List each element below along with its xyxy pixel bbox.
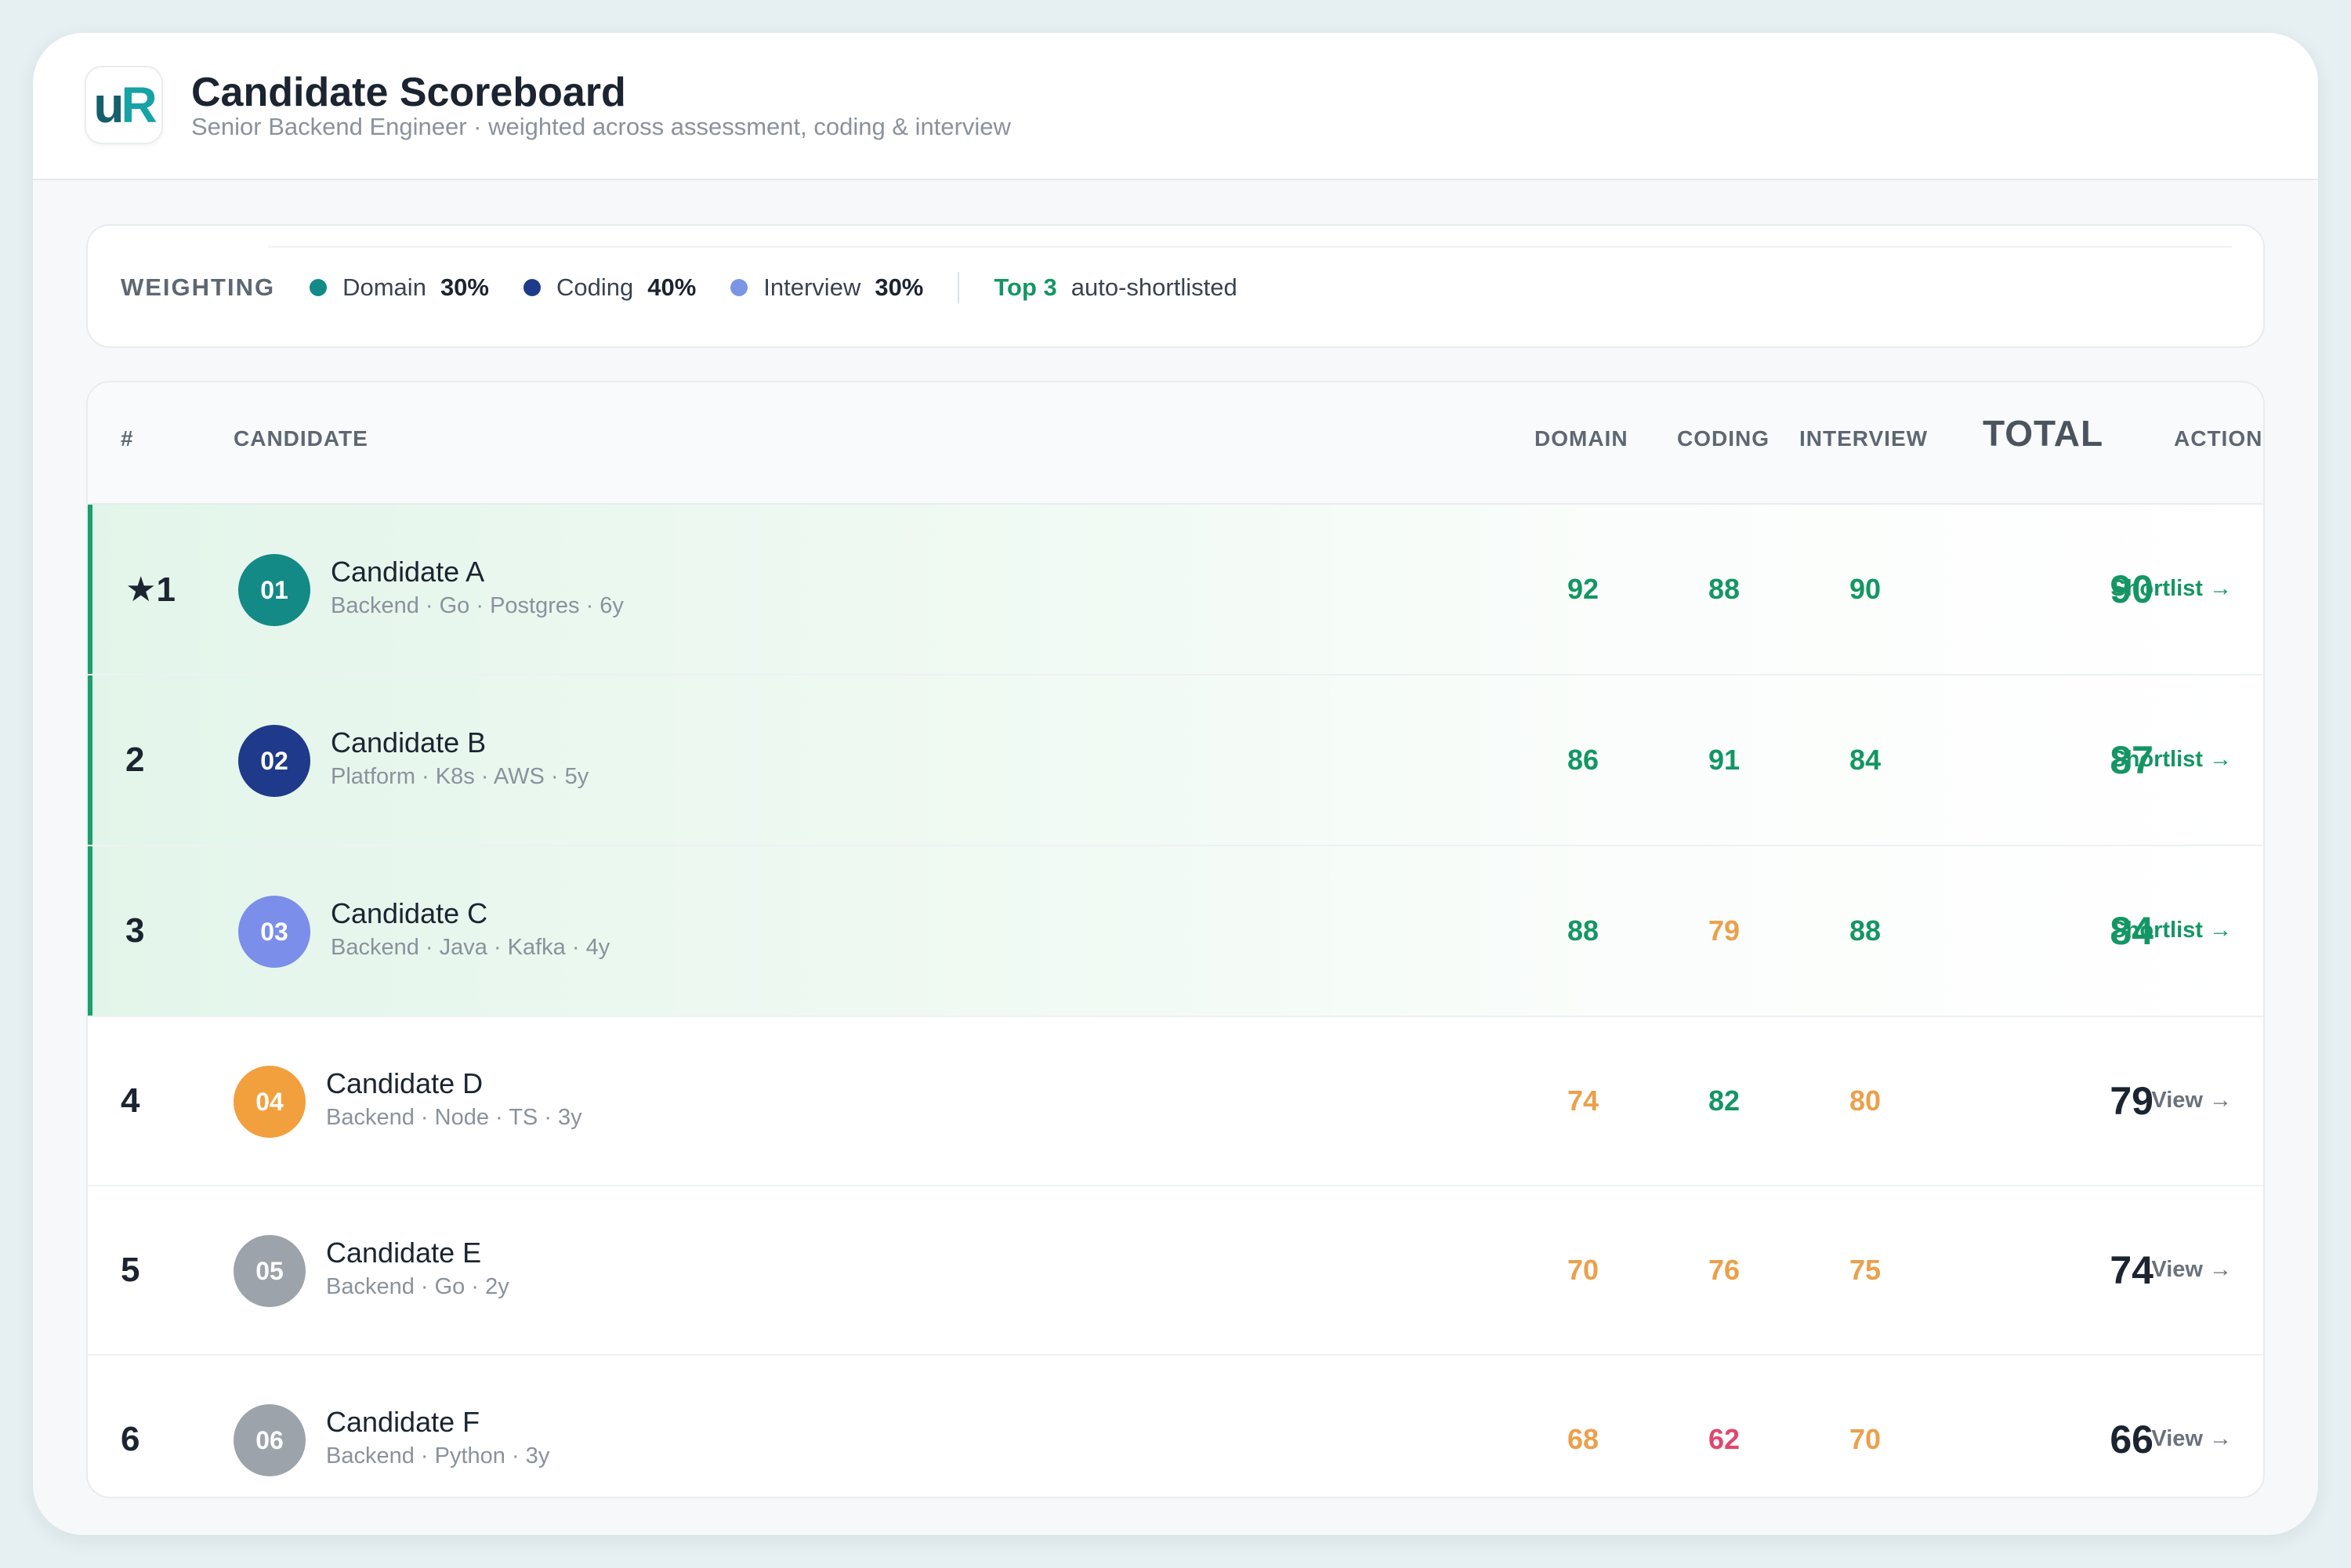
total-score: 66 xyxy=(2110,1418,2154,1461)
candidate-avatar: 02 xyxy=(238,725,310,797)
candidate-avatar: 04 xyxy=(234,1066,306,1138)
weight-pct: 30% xyxy=(440,273,489,301)
view-button[interactable]: View → xyxy=(2151,1426,2232,1452)
rank: 2 xyxy=(125,741,145,779)
shortlist-button[interactable]: Shortlist → xyxy=(2110,747,2232,773)
coding-score: 76 xyxy=(1708,1254,1741,1286)
interview-score: 70 xyxy=(1849,1423,1882,1455)
weight-coding: Coding 40% xyxy=(523,273,696,302)
table-row[interactable]: 6 06 Candidate F Backend · Python · 3y 68 62 7… xyxy=(88,1356,2263,1497)
domain-dot-icon xyxy=(310,279,328,296)
interview-score: 84 xyxy=(1849,744,1882,776)
rank: 4 xyxy=(121,1081,140,1120)
header-interview: INTERVIEW xyxy=(1799,426,1929,451)
total-score: 74 xyxy=(2110,1248,2154,1292)
interview-dot-icon xyxy=(730,279,748,296)
logo-letter-u: u xyxy=(93,77,124,133)
header-total: TOTAL xyxy=(1983,413,2104,454)
app-logo: uR xyxy=(85,66,163,144)
logo-letter-r: R xyxy=(121,77,157,133)
interview-score: 75 xyxy=(1849,1254,1882,1286)
weight-domain: Domain 30% xyxy=(310,273,489,302)
header-domain: DOMAIN xyxy=(1534,426,1628,451)
header-action: ACTION xyxy=(2174,426,2263,451)
shortlist-button[interactable]: Shortlist → xyxy=(2110,576,2232,602)
coding-score: 62 xyxy=(1708,1423,1741,1455)
coding-score: 91 xyxy=(1708,744,1741,776)
table-row[interactable]: ★1 01 Candidate A Backend · Go · Postgres ·… xyxy=(88,505,2263,675)
rank: 5 xyxy=(121,1251,140,1289)
candidate-name[interactable]: Candidate D xyxy=(326,1067,483,1100)
candidate-meta: Backend · Go · 2y xyxy=(326,1274,509,1299)
page-subtitle: Senior Backend Engineer · weighted acros… xyxy=(191,113,1011,140)
candidate-avatar: 03 xyxy=(238,896,310,968)
header-candidate: CANDIDATE xyxy=(234,426,368,451)
header-rank: # xyxy=(121,426,134,451)
page-title: Candidate Scoreboard xyxy=(191,70,626,115)
candidate-meta: Backend · Python · 3y xyxy=(326,1443,550,1468)
candidate-meta: Backend · Java · Kafka · 4y xyxy=(331,935,610,960)
weight-name: Coding xyxy=(556,273,634,301)
candidate-name[interactable]: Candidate C xyxy=(331,897,487,930)
candidate-meta: Backend · Go · Postgres · 6y xyxy=(331,593,624,618)
domain-score: 70 xyxy=(1567,1254,1599,1286)
view-button[interactable]: View → xyxy=(2151,1257,2232,1283)
total-score: 79 xyxy=(2110,1079,2154,1123)
candidate-name[interactable]: Candidate A xyxy=(331,556,484,588)
weight-name: Domain xyxy=(342,273,426,301)
candidate-meta: Platform · K8s · AWS · 5y xyxy=(331,764,589,789)
rank: 3 xyxy=(125,911,145,950)
weight-pct: 40% xyxy=(647,273,697,301)
table-row[interactable]: 5 05 Candidate E Backend · Go · 2y 70 76 75 74 V… xyxy=(88,1186,2263,1356)
table-row[interactable]: 2 02 Candidate B Platform · K8s · AWS · 5y 8… xyxy=(88,675,2263,846)
weighting-label: WEIGHTING xyxy=(121,273,276,301)
coding-dot-icon xyxy=(523,279,541,296)
candidate-name[interactable]: Candidate F xyxy=(326,1406,480,1439)
coding-score: 79 xyxy=(1708,914,1741,947)
domain-score: 74 xyxy=(1567,1085,1599,1117)
weighting-row: WEIGHTING Domain 30% Coding 40% Intervie… xyxy=(121,226,1237,349)
domain-score: 86 xyxy=(1567,744,1599,776)
scoreboard-card: uR Candidate Scoreboard Senior Backend E… xyxy=(33,33,2318,1535)
domain-score: 88 xyxy=(1567,914,1599,947)
candidate-meta: Backend · Node · TS · 3y xyxy=(326,1105,582,1130)
candidate-name[interactable]: Candidate B xyxy=(331,726,486,759)
rank: ★1 xyxy=(125,570,176,609)
candidate-avatar: 06 xyxy=(234,1404,306,1476)
top-text: auto-shortlisted xyxy=(1070,273,1237,301)
interview-score: 80 xyxy=(1849,1085,1882,1117)
domain-score: 68 xyxy=(1567,1423,1599,1455)
header: uR Candidate Scoreboard Senior Backend E… xyxy=(33,33,2318,180)
table-header: # CANDIDATE DOMAIN CODING INTERVIEW TOTA… xyxy=(88,382,2263,505)
interview-score: 88 xyxy=(1849,914,1882,947)
weight-name: Interview xyxy=(763,273,861,301)
coding-score: 82 xyxy=(1708,1085,1741,1117)
interview-score: 90 xyxy=(1849,573,1882,605)
candidate-table: # CANDIDATE DOMAIN CODING INTERVIEW TOTA… xyxy=(86,381,2265,1498)
candidate-name[interactable]: Candidate E xyxy=(326,1237,481,1269)
rank: 6 xyxy=(121,1420,140,1458)
weight-interview: Interview 30% xyxy=(730,273,923,302)
table-row[interactable]: 4 04 Candidate D Backend · Node · TS · 3y 74… xyxy=(88,1017,2263,1186)
view-button[interactable]: View → xyxy=(2151,1088,2232,1114)
candidate-avatar: 05 xyxy=(234,1235,306,1307)
weight-pct: 30% xyxy=(875,273,924,301)
divider xyxy=(958,272,960,303)
table-row[interactable]: 3 03 Candidate C Backend · Java · Kafka · 4… xyxy=(88,846,2263,1017)
top-count: Top 3 xyxy=(994,273,1057,301)
shortlist-button[interactable]: Shortlist → xyxy=(2110,918,2232,943)
weighting-panel: WEIGHTING Domain 30% Coding 40% Intervie… xyxy=(86,224,2265,348)
candidate-avatar: 01 xyxy=(238,554,310,626)
coding-score: 88 xyxy=(1708,573,1741,605)
domain-score: 92 xyxy=(1567,573,1599,605)
header-coding: CODING xyxy=(1677,426,1770,451)
